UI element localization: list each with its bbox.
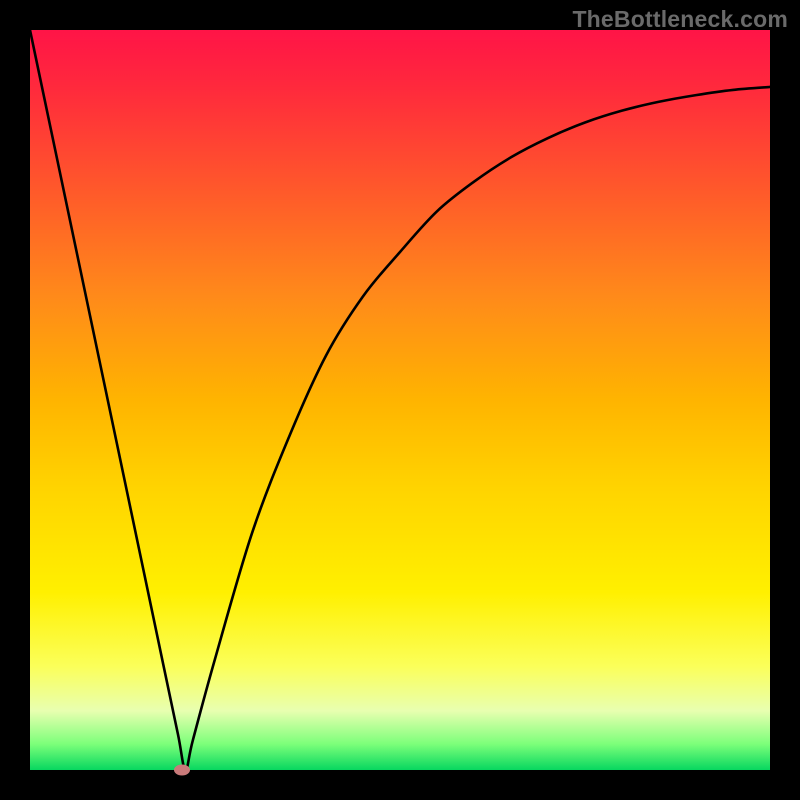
plot-area [30, 30, 770, 770]
chart-frame: TheBottleneck.com [0, 0, 800, 800]
optimal-point-marker [174, 765, 190, 776]
bottleneck-curve [30, 30, 770, 770]
watermark-text: TheBottleneck.com [572, 6, 788, 33]
